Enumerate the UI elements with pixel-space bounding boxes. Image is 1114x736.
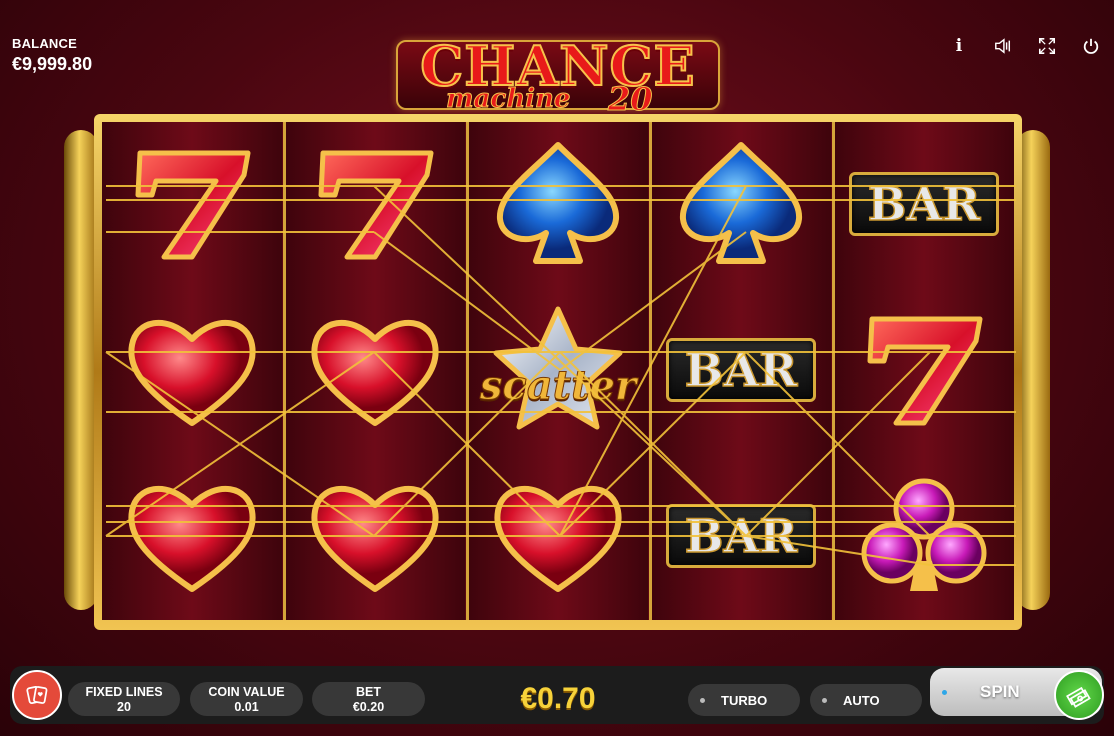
info-icon[interactable]: i — [948, 34, 970, 58]
power-icon[interactable] — [1080, 34, 1102, 58]
top-toolbar: i — [948, 34, 1102, 58]
fullscreen-icon[interactable] — [1036, 34, 1058, 58]
coin-value-value: 0.01 — [234, 699, 259, 714]
coin-value-label: COIN VALUE — [208, 684, 285, 699]
spade-symbol — [666, 134, 816, 274]
turbo-toggle[interactable]: TURBO — [688, 684, 800, 716]
bar-symbol-label: BAR — [666, 338, 816, 402]
bet-value: €0.20 — [352, 699, 385, 714]
balance-label: BALANCE — [12, 36, 77, 51]
spin-indicator — [942, 690, 947, 695]
win-amount: €0.70 — [520, 682, 596, 715]
heart-symbol — [117, 300, 267, 440]
bar-symbol: BAR — [666, 466, 816, 606]
seven-symbol — [849, 300, 999, 440]
spin-label: SPIN — [980, 682, 1020, 701]
auto-indicator — [822, 697, 827, 703]
reel-separator — [466, 122, 469, 620]
seven-symbol — [117, 134, 267, 274]
info-glyph: i — [955, 36, 963, 56]
balance-display: BALANCE €9,999.80 — [12, 36, 92, 75]
reel-separator — [283, 122, 286, 620]
fixed-lines-display: FIXED LINES 20 — [68, 682, 180, 716]
turbo-label: TURBO — [721, 692, 768, 708]
bet-selector[interactable]: BET €0.20 — [312, 682, 425, 716]
heart-symbol — [300, 300, 450, 440]
reel-separator — [649, 122, 652, 620]
bar-symbol: BAR — [849, 134, 999, 274]
bar-symbol-label: BAR — [849, 172, 999, 236]
scatter-symbol: scatter — [479, 300, 637, 440]
logo-subtitle: machine — [445, 84, 571, 115]
heart-symbol — [300, 466, 450, 606]
cards-icon — [26, 685, 48, 705]
auto-label: AUTO — [843, 692, 880, 708]
game-logo: CHANCE machine 20 — [396, 33, 720, 119]
spade-symbol — [483, 134, 633, 274]
bar-symbol: BAR — [666, 300, 816, 440]
auto-toggle[interactable]: AUTO — [810, 684, 922, 716]
coin-value-selector[interactable]: COIN VALUE 0.01 — [190, 682, 303, 716]
seven-symbol — [300, 134, 450, 274]
reel-separator — [832, 122, 835, 620]
scatter-symbol-label: scatter — [479, 362, 637, 410]
control-bar: FIXED LINES 20 COIN VALUE 0.01 BET €0.20… — [0, 660, 1114, 730]
bar-symbol-label: BAR — [666, 504, 816, 568]
fixed-lines-value: 20 — [117, 699, 131, 714]
balance-value: €9,999.80 — [12, 54, 93, 74]
reel-drum-left — [64, 130, 98, 610]
heart-symbol — [483, 466, 633, 606]
sound-icon[interactable] — [992, 34, 1014, 58]
cash-stack-icon — [1054, 670, 1104, 720]
spin-button[interactable]: SPIN — [930, 668, 1104, 720]
heart-symbol — [117, 466, 267, 606]
fixed-lines-label: FIXED LINES — [85, 684, 163, 699]
reel-area: scatter BAR BAR BAR — [102, 122, 1014, 620]
logo-number: 20 — [608, 80, 654, 119]
game-rules-button[interactable] — [12, 670, 62, 720]
club-symbol — [849, 466, 999, 606]
bet-label: BET — [356, 684, 381, 699]
turbo-indicator — [700, 697, 705, 703]
